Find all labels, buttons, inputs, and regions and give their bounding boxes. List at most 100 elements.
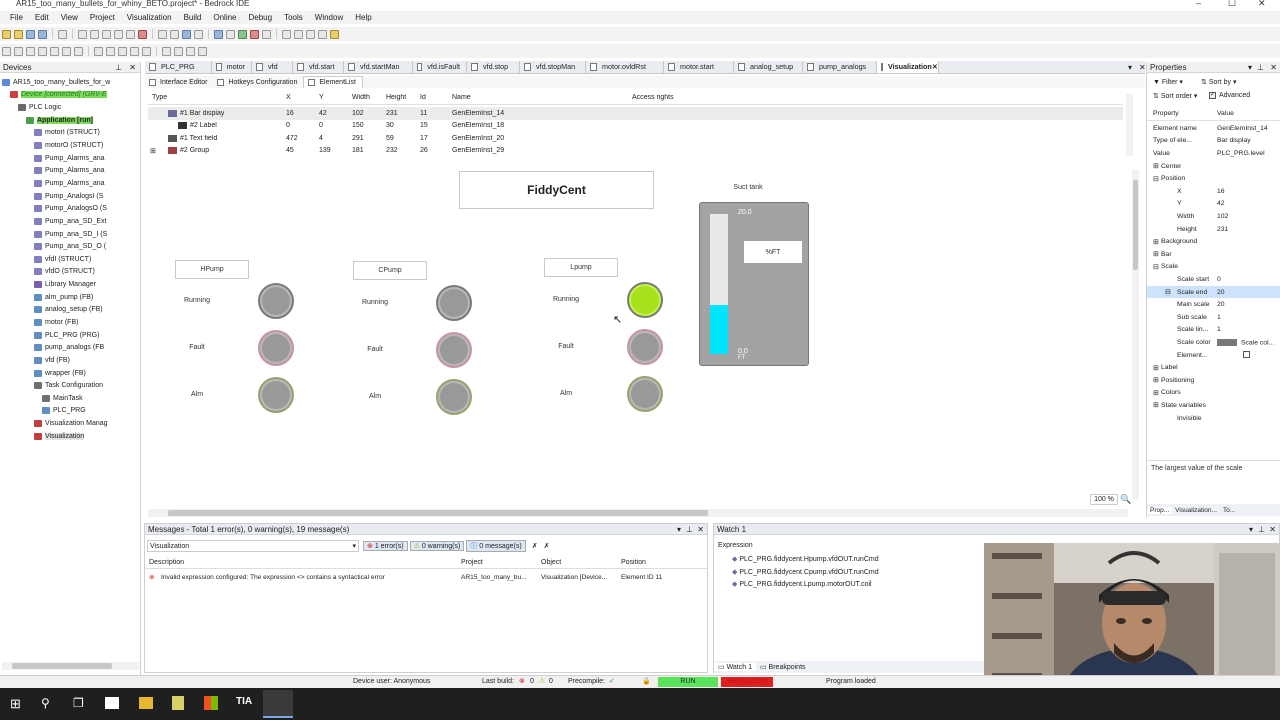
zoom-level[interactable]: 100 % — [1090, 494, 1118, 505]
align-bottom-icon[interactable] — [74, 46, 83, 56]
expand-icon[interactable]: ⊞ — [1153, 238, 1159, 246]
logout-icon[interactable] — [226, 29, 235, 39]
property-row[interactable]: ⊟ Position — [1147, 172, 1280, 185]
undo-icon[interactable] — [78, 29, 87, 39]
filter-button[interactable]: ▼ Filter ▾ — [1153, 78, 1183, 86]
menu-view[interactable]: View — [61, 13, 78, 22]
property-row[interactable]: X 16 — [1147, 185, 1280, 198]
property-row[interactable]: Width 102 — [1147, 210, 1280, 223]
login-icon[interactable] — [214, 29, 223, 39]
color-swatch[interactable] — [1217, 338, 1237, 346]
sort-by-button[interactable]: ⇅ Sort by ▾ — [1201, 78, 1236, 86]
sort-order-button[interactable]: ⇅ Sort order ▾ — [1153, 92, 1197, 100]
expand-icon[interactable]: ⊞ — [150, 147, 156, 155]
expand-icon[interactable]: ⊞ — [1153, 389, 1159, 397]
menu-file[interactable]: File — [10, 13, 23, 22]
pin-icon[interactable]: ⊥ — [115, 62, 122, 73]
redo-icon[interactable] — [90, 29, 99, 39]
tree-item[interactable]: motor (FB) — [0, 316, 141, 329]
menu-tools[interactable]: Tools — [284, 13, 303, 22]
pump-running-lamp[interactable] — [436, 285, 472, 321]
menu-build[interactable]: Build — [184, 13, 202, 22]
dropdown-chevron-icon[interactable]: ▾ — [677, 524, 681, 535]
property-value[interactable]: PLC_PRG.level — [1217, 150, 1265, 157]
property-row[interactable]: Element... — [1147, 349, 1280, 362]
watch-item[interactable]: ◆ PLC_PRG.fiddycent.Lpump.motorOUT.coil — [732, 580, 872, 588]
property-row[interactable]: ⊞ Bar — [1147, 248, 1280, 261]
tab-pump-analogs[interactable]: pump_analogs — [803, 61, 877, 73]
col-expression[interactable]: Expression — [718, 542, 753, 549]
table-row[interactable]: ⊞ #2 Group 45 139 181 232 26 GenElemInst_29 — [148, 145, 1123, 158]
step-out-icon[interactable] — [306, 29, 315, 39]
property-row[interactable]: ⊞ State variables — [1147, 399, 1280, 412]
messages-filter-select[interactable]: Visualization ▾ — [147, 540, 359, 552]
message-row[interactable]: ⊗ Invalid expression configured: The exp… — [145, 572, 707, 584]
distribute-v-icon[interactable] — [142, 46, 151, 56]
property-row[interactable]: ⊟ Scale — [1147, 261, 1280, 274]
close-panel-icon[interactable]: ✕ — [1270, 62, 1277, 73]
close-panel-icon[interactable]: ✕ — [129, 62, 136, 73]
pump-fault-lamp[interactable] — [436, 332, 472, 368]
canvas-hscrollbar[interactable] — [148, 509, 1128, 517]
table-row[interactable]: #1 Bar display 16 42 102 231 11 GenElemInst_14 — [148, 107, 1123, 120]
visualization-canvas[interactable]: FiddyCent Suct tank 20.0 0.0 FT %FT HPum… — [146, 166, 1139, 517]
subtab-interface-editor[interactable]: Interface Editor — [145, 76, 213, 88]
tree-item[interactable]: alm_pump (FB) — [0, 291, 141, 304]
pump-name-label[interactable]: HPump — [175, 260, 249, 279]
tree-item[interactable]: vfdO (STRUCT) — [0, 266, 141, 279]
tree-item[interactable]: Pump_ana_SD_O ( — [0, 240, 141, 253]
bedrock-ide-taskbar-button[interactable] — [263, 690, 293, 718]
property-row[interactable]: ⊞ Colors — [1147, 387, 1280, 400]
tree-item[interactable]: Pump_AnalogsI (S — [0, 190, 141, 203]
tia-portal-icon[interactable]: TIA — [236, 696, 252, 707]
property-row[interactable]: Scale color Scale col... — [1147, 336, 1280, 349]
close-tab-icon[interactable]: ✕ — [932, 61, 938, 73]
align-top-icon[interactable] — [50, 46, 59, 56]
tree-item[interactable]: pump_analogs (FB — [0, 341, 141, 354]
tree-item[interactable]: Pump_Alarms_ana — [0, 164, 141, 177]
bring-front-icon[interactable] — [162, 46, 171, 56]
property-row[interactable]: Invisible — [1147, 412, 1280, 425]
tab-motor-ovldrst[interactable]: motor.ovldRst — [586, 61, 664, 73]
col-position[interactable]: Position — [621, 559, 646, 566]
subtab-hotkeys[interactable]: Hotkeys Configuration — [213, 76, 303, 88]
tab-analog-setup[interactable]: analog_setup — [734, 61, 803, 73]
dropdown-chevron-icon[interactable]: ▾ — [1248, 62, 1252, 73]
maximize-button[interactable]: ☐ — [1228, 0, 1236, 9]
pump-running-lamp[interactable] — [258, 283, 294, 319]
tree-item[interactable]: motorI (STRUCT) — [0, 127, 141, 140]
tree-item[interactable]: Application [run] — [0, 114, 141, 127]
property-value[interactable]: 20 — [1217, 301, 1225, 308]
pin-icon[interactable]: ⊥ — [686, 524, 693, 535]
ungroup-icon[interactable] — [198, 46, 207, 56]
tree-item[interactable]: PLC_PRG (PRG) — [0, 329, 141, 342]
pump-alm-lamp[interactable] — [258, 377, 294, 413]
tree-item[interactable]: Pump_AnalogsO (S — [0, 202, 141, 215]
expand-icon[interactable]: ⊟ — [1153, 175, 1159, 183]
expand-icon[interactable]: ⊞ — [1153, 364, 1159, 372]
save-icon[interactable] — [26, 29, 35, 39]
tree-item[interactable]: motorO (STRUCT) — [0, 139, 141, 152]
tree-item[interactable]: Pump_ana_SD_Ext — [0, 215, 141, 228]
property-row[interactable]: Main scale 20 — [1147, 298, 1280, 311]
pump-name-label[interactable]: CPump — [353, 261, 427, 280]
property-row[interactable]: Height 231 — [1147, 223, 1280, 236]
property-value[interactable]: 1 — [1217, 326, 1221, 333]
expand-icon[interactable]: ⊞ — [1153, 376, 1159, 384]
windows-start-icon[interactable]: ⊞ — [10, 696, 21, 712]
align-middle-icon[interactable] — [62, 46, 71, 56]
tree-item[interactable]: Visualization — [0, 430, 141, 443]
close-panel-icon[interactable]: ✕ — [697, 524, 704, 535]
property-value[interactable]: GenElemInst_14 — [1217, 125, 1268, 132]
expand-icon[interactable]: ⊟ — [1165, 288, 1171, 296]
tank-label[interactable]: Suct tank — [728, 184, 768, 191]
close-panel-icon[interactable]: ✕ — [1269, 524, 1276, 535]
property-row[interactable]: ⊞ Background — [1147, 235, 1280, 248]
pin-icon[interactable]: ⊥ — [1257, 62, 1264, 73]
col-height[interactable]: Height — [386, 94, 406, 101]
align-right-icon[interactable] — [38, 46, 47, 56]
pump-name-label[interactable]: Lpump — [544, 258, 618, 277]
zoom-icon[interactable]: 🔍 — [1120, 494, 1131, 504]
distribute-h-icon[interactable] — [130, 46, 139, 56]
office-icon[interactable] — [204, 696, 218, 710]
